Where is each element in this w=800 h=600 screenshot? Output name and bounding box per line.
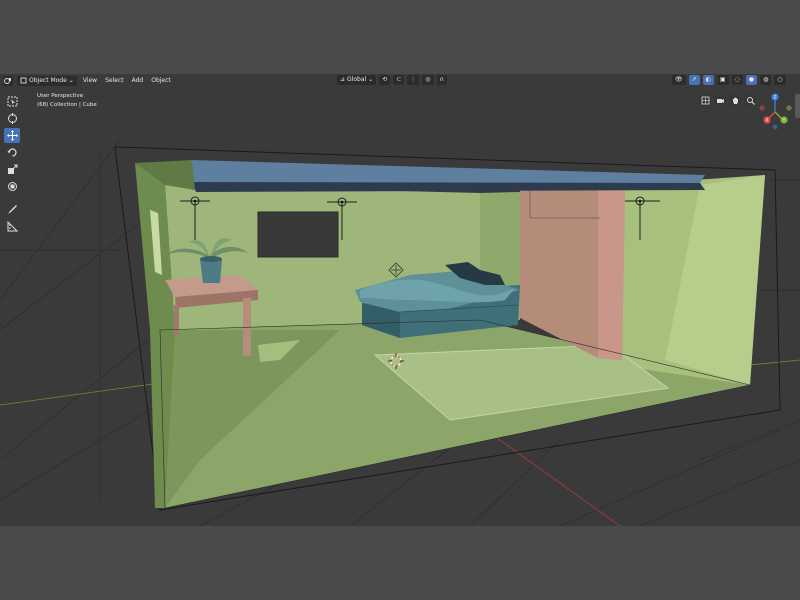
- falloff-curve-icon: ∩: [439, 76, 444, 83]
- annotate-tool[interactable]: [4, 202, 20, 217]
- gizmo-neg-x[interactable]: [759, 105, 765, 111]
- window[interactable]: [257, 211, 339, 258]
- falloff-button[interactable]: ∩: [436, 75, 447, 85]
- measure-tool[interactable]: [4, 219, 20, 234]
- object-mode-icon: [20, 77, 27, 84]
- transform-tool[interactable]: [4, 179, 20, 194]
- sidebar-toggle-tab[interactable]: [795, 94, 800, 118]
- pivot-icon: ⟲: [382, 76, 388, 83]
- mode-label: Object Mode: [29, 76, 67, 84]
- move-icon: [6, 130, 18, 141]
- navigation-gizmo[interactable]: Z Y X: [755, 92, 795, 132]
- overlay-toggle[interactable]: ◐: [702, 75, 714, 85]
- scale-tool[interactable]: [4, 162, 20, 177]
- top-letterbox: [0, 0, 800, 74]
- x-axis-line: [0, 382, 161, 406]
- visibility-button[interactable]: 👁: [672, 75, 686, 85]
- pivot-point-button[interactable]: ⟲: [379, 75, 391, 85]
- bottom-letterbox: [0, 526, 800, 600]
- menu-add[interactable]: Add: [130, 76, 146, 86]
- viewport-display-tools: 👁 ↗ ◐ ▣ ◌ ● ◍ ○: [672, 75, 786, 85]
- snap-toggle[interactable]: ⊂: [393, 75, 405, 85]
- camera-icon: [716, 98, 724, 103]
- shading-wireframe[interactable]: ◌: [731, 75, 743, 85]
- proportional-edit-icon: ◎: [425, 76, 431, 83]
- shading-material[interactable]: ◍: [760, 75, 772, 85]
- measure-icon: [7, 221, 18, 232]
- gizmo-icon: ↗: [691, 76, 697, 83]
- rendered-shading-icon: ○: [777, 76, 783, 83]
- gizmo-z-label: Z: [773, 95, 776, 101]
- snap-target-button[interactable]: ⋮: [407, 75, 420, 85]
- magnet-icon: ⊂: [396, 76, 402, 83]
- rotate-icon: [7, 148, 17, 157]
- shading-solid[interactable]: ●: [745, 75, 758, 85]
- scene-canvas[interactable]: [0, 74, 800, 526]
- wireframe-icon: ◌: [734, 76, 740, 83]
- viewport-info: User Perspective (68) Collection | Cube: [37, 92, 97, 110]
- xray-toggle[interactable]: ▣: [716, 75, 729, 85]
- toolbar-separator: [4, 196, 22, 200]
- select-box-icon: [7, 96, 17, 107]
- 3d-viewport[interactable]: Object Mode ⌄ View Select Add Object ⊿ G…: [0, 74, 800, 526]
- proportional-edit-toggle[interactable]: ◎: [422, 75, 434, 85]
- navigation-controls: [699, 94, 756, 106]
- gizmo-toggle[interactable]: ↗: [688, 75, 700, 85]
- orientation-selector[interactable]: ⊿ Global ⌄: [337, 75, 377, 85]
- menu-select[interactable]: Select: [103, 76, 126, 86]
- gizmo-x-label: X: [765, 118, 768, 124]
- chevron-down-icon: ⌄: [68, 76, 74, 84]
- material-shading-icon: ◍: [763, 76, 769, 83]
- gizmo-neg-y[interactable]: [786, 105, 792, 111]
- editor-type-button[interactable]: [3, 75, 13, 86]
- viewport-header: Object Mode ⌄ View Select Add Object ⊿ G…: [0, 74, 800, 87]
- toggle-camera-view-button[interactable]: [699, 94, 711, 106]
- mode-selector[interactable]: Object Mode ⌄: [17, 75, 77, 86]
- eye-icon: 👁: [675, 76, 683, 83]
- snap-grid-icon: ⋮: [410, 76, 417, 83]
- shading-rendered[interactable]: ○: [774, 75, 786, 85]
- perspective-label: User Perspective: [37, 93, 84, 99]
- xray-icon: ▣: [719, 76, 726, 83]
- hand-icon: [732, 97, 738, 104]
- solid-shading-icon: ●: [748, 76, 755, 83]
- cursor-tool[interactable]: [4, 111, 20, 126]
- orientation-label: Global: [347, 76, 367, 83]
- rotate-tool[interactable]: [4, 145, 20, 160]
- tool-shelf: [4, 94, 22, 234]
- gizmo-y-label: Y: [782, 118, 786, 124]
- transform-tools: ⊿ Global ⌄ ⟲ ⊂ ⋮ ◎ ∩: [337, 75, 447, 85]
- zoom-icon: [746, 96, 755, 105]
- menu-view[interactable]: View: [81, 76, 99, 86]
- menu-object[interactable]: Object: [149, 76, 173, 86]
- camera-view-button[interactable]: [714, 94, 726, 106]
- editor-type-icon: [4, 77, 11, 84]
- gizmo-neg-z[interactable]: [772, 124, 778, 130]
- pan-view-button[interactable]: [729, 94, 741, 106]
- scale-icon: [7, 164, 17, 174]
- orientation-icon: ⊿: [340, 76, 346, 83]
- collection-label: (68) Collection | Cube: [37, 102, 97, 108]
- annotate-icon: [7, 205, 17, 214]
- move-tool[interactable]: [4, 128, 20, 143]
- chevron-down-icon: ⌄: [368, 76, 374, 83]
- door-edge: [598, 188, 625, 360]
- cursor-icon: [7, 113, 17, 124]
- camera-grid-icon: [701, 96, 709, 104]
- select-box-tool[interactable]: [4, 94, 20, 109]
- transform-icon: [7, 182, 17, 191]
- overlay-icon: ◐: [705, 76, 711, 83]
